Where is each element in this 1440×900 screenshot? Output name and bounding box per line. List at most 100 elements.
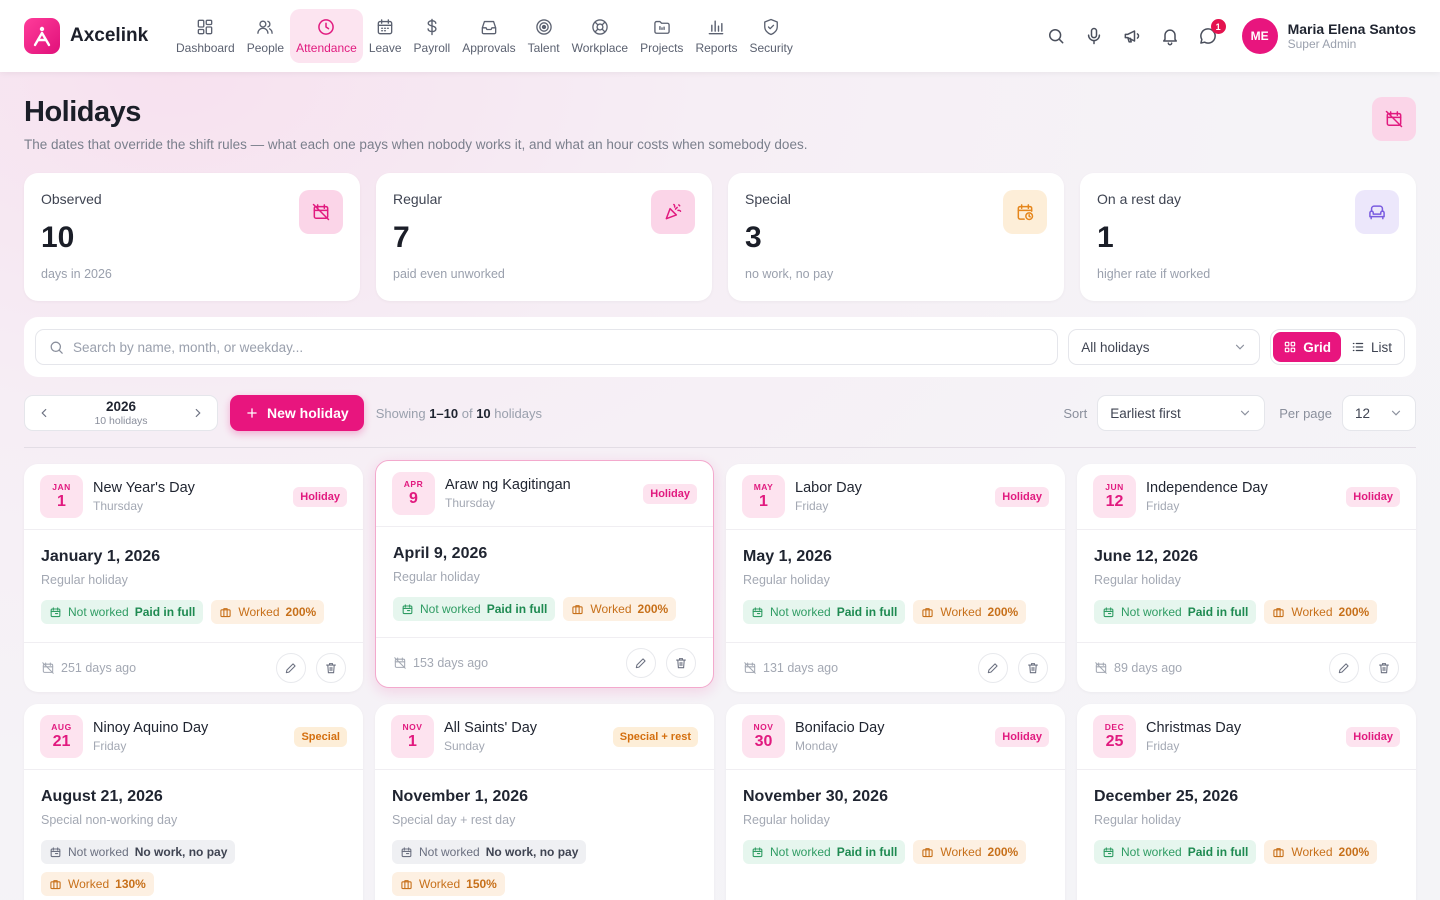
- card-actions: [1329, 652, 1399, 683]
- holiday-card[interactable]: APR 9 Araw ng Kagitingan Thursday Holiday Apr…: [375, 460, 714, 688]
- holiday-full-date: November 1, 2026: [392, 788, 529, 805]
- stat-label: On a rest day: [1097, 191, 1182, 207]
- messages-badge: 1: [1210, 19, 1226, 34]
- holiday-card[interactable]: JUN 12 Independence Day Friday Holiday June 1…: [1077, 464, 1416, 692]
- holiday-card[interactable]: JAN 1 New Year's Day Thursday Holiday January…: [24, 464, 363, 692]
- calendar-icon: [400, 846, 413, 859]
- holiday-full-date: April 9, 2026: [393, 545, 488, 562]
- not-worked-value: No work, no pay: [134, 845, 228, 859]
- bar-chart-icon: [706, 17, 726, 37]
- date-badge-day: 30: [754, 732, 773, 750]
- per-page-select[interactable]: 12: [1342, 395, 1416, 431]
- worked-pill: Worked 130%: [41, 872, 154, 896]
- holiday-category: Regular holiday: [743, 573, 830, 587]
- holiday-category: Regular holiday: [1094, 813, 1181, 827]
- chevron-right-icon[interactable]: [191, 406, 205, 420]
- holiday-category: Special day + rest day: [392, 813, 516, 827]
- holiday-weekday: Sunday: [444, 739, 485, 753]
- nav-item-label: Attendance: [296, 41, 357, 55]
- days-ago: 89 days ago: [1114, 660, 1183, 675]
- nav-item-reports[interactable]: Reports: [689, 9, 743, 63]
- edit-button[interactable]: [1329, 652, 1359, 683]
- filter-bar: Search by name, month, or weekday... All…: [24, 317, 1416, 377]
- new-holiday-button[interactable]: New holiday: [230, 395, 364, 431]
- megaphone-icon[interactable]: [1122, 26, 1142, 46]
- grid-view-button[interactable]: Grid: [1273, 332, 1341, 362]
- brand[interactable]: Axcelink: [24, 18, 170, 54]
- holiday-name: Ninoy Aquino Day: [93, 720, 209, 736]
- nav-item-people[interactable]: People: [241, 9, 290, 63]
- calendar-off-icon: [1094, 661, 1108, 675]
- holiday-grid: JAN 1 New Year's Day Thursday Holiday January…: [0, 448, 1440, 900]
- sort-select[interactable]: Earliest first: [1097, 395, 1266, 431]
- briefcase-icon: [571, 603, 584, 616]
- not-worked-label: Not worked: [770, 605, 831, 619]
- trash-icon: [324, 661, 338, 675]
- holiday-card-header: JUN 12 Independence Day Friday Holiday: [1077, 464, 1416, 530]
- bell-icon[interactable]: [1160, 26, 1180, 46]
- showing-total: 10: [476, 405, 491, 421]
- calendar-icon: [751, 846, 764, 859]
- nav-item-label: Workplace: [571, 41, 629, 55]
- stat-value: 10: [41, 221, 75, 254]
- nav-item-workplace[interactable]: Workplace: [566, 9, 634, 63]
- delete-button[interactable]: [316, 652, 346, 683]
- edit-button[interactable]: [978, 652, 1008, 683]
- nav-item-attendance[interactable]: Attendance: [290, 9, 363, 63]
- not-worked-value: Paid in full: [134, 605, 196, 619]
- stat-label: Special: [745, 191, 791, 207]
- page-subtitle: The dates that override the shift rules …: [24, 137, 808, 152]
- worked-value: 150%: [466, 877, 497, 891]
- worked-value: 200%: [285, 605, 317, 619]
- nav-item-security[interactable]: Security: [743, 9, 798, 63]
- calendar-icon: [1102, 846, 1115, 859]
- messages-icon[interactable]: 1: [1198, 19, 1226, 46]
- holiday-name-block: Independence Day Friday: [1146, 480, 1346, 513]
- holiday-card[interactable]: NOV 30 Bonifacio Day Monday Holiday November …: [726, 704, 1065, 900]
- search-input[interactable]: Search by name, month, or weekday...: [35, 329, 1059, 365]
- holiday-card[interactable]: AUG 21 Ninoy Aquino Day Friday Special August…: [24, 704, 363, 900]
- nav-item-dashboard[interactable]: Dashboard: [170, 9, 241, 63]
- delete-button[interactable]: [1369, 652, 1399, 683]
- holiday-card[interactable]: MAY 1 Labor Day Friday Holiday May 1, 2026 Reg…: [726, 464, 1065, 692]
- edit-button[interactable]: [276, 652, 306, 683]
- target-icon: [534, 17, 554, 37]
- date-badge: NOV 30: [742, 715, 785, 758]
- dollar-icon: [422, 17, 442, 37]
- nav-item-projects[interactable]: Projects: [634, 9, 689, 63]
- chevron-left-icon[interactable]: [37, 406, 51, 420]
- nav-item-talent[interactable]: Talent: [522, 9, 566, 63]
- microphone-icon[interactable]: [1084, 26, 1104, 46]
- trash-icon: [674, 656, 688, 670]
- holiday-name-block: All Saints' Day Sunday: [444, 720, 613, 753]
- delete-button[interactable]: [666, 647, 696, 678]
- calendar-settings-button[interactable]: [1372, 97, 1416, 141]
- nav-item-approvals[interactable]: Approvals: [456, 9, 521, 63]
- axcelink-logo-icon: [24, 18, 60, 54]
- list-view-button[interactable]: List: [1341, 332, 1402, 362]
- user-name: Maria Elena Santos: [1287, 21, 1416, 37]
- nav-item-leave[interactable]: Leave: [363, 9, 408, 63]
- date-badge: APR 9: [392, 472, 435, 515]
- holiday-type-tag: Holiday: [995, 486, 1049, 507]
- nav-item-payroll[interactable]: Payroll: [408, 9, 457, 63]
- card-actions: [276, 652, 346, 683]
- search-icon[interactable]: [1046, 26, 1066, 46]
- delete-button[interactable]: [1018, 652, 1048, 683]
- holiday-name-block: New Year's Day Thursday: [93, 480, 293, 513]
- card-actions: [978, 652, 1048, 683]
- holiday-name: Christmas Day: [1146, 720, 1242, 736]
- holiday-card-body: January 1, 2026 Regular holiday Not worked…: [24, 530, 363, 624]
- not-worked-value: Paid in full: [836, 845, 898, 859]
- holiday-card[interactable]: DEC 25 Christmas Day Friday Holiday December …: [1077, 704, 1416, 900]
- sort-controls: Sort Earliest first Per page 12: [1063, 395, 1416, 431]
- card-actions: [626, 647, 696, 678]
- calendar-icon: [751, 606, 764, 619]
- date-badge-day: 9: [409, 489, 418, 507]
- stat-card-on-a-rest-day: On a rest day 1 higher rate if worked: [1080, 173, 1416, 301]
- showing-count: Showing 1–10 of 10 holidays: [376, 406, 542, 421]
- holiday-type-select[interactable]: All holidays: [1068, 329, 1261, 365]
- user-menu[interactable]: ME Maria Elena Santos Super Admin: [1241, 18, 1416, 54]
- holiday-card[interactable]: NOV 1 All Saints' Day Sunday Special + rest N…: [375, 704, 714, 900]
- edit-button[interactable]: [626, 647, 656, 678]
